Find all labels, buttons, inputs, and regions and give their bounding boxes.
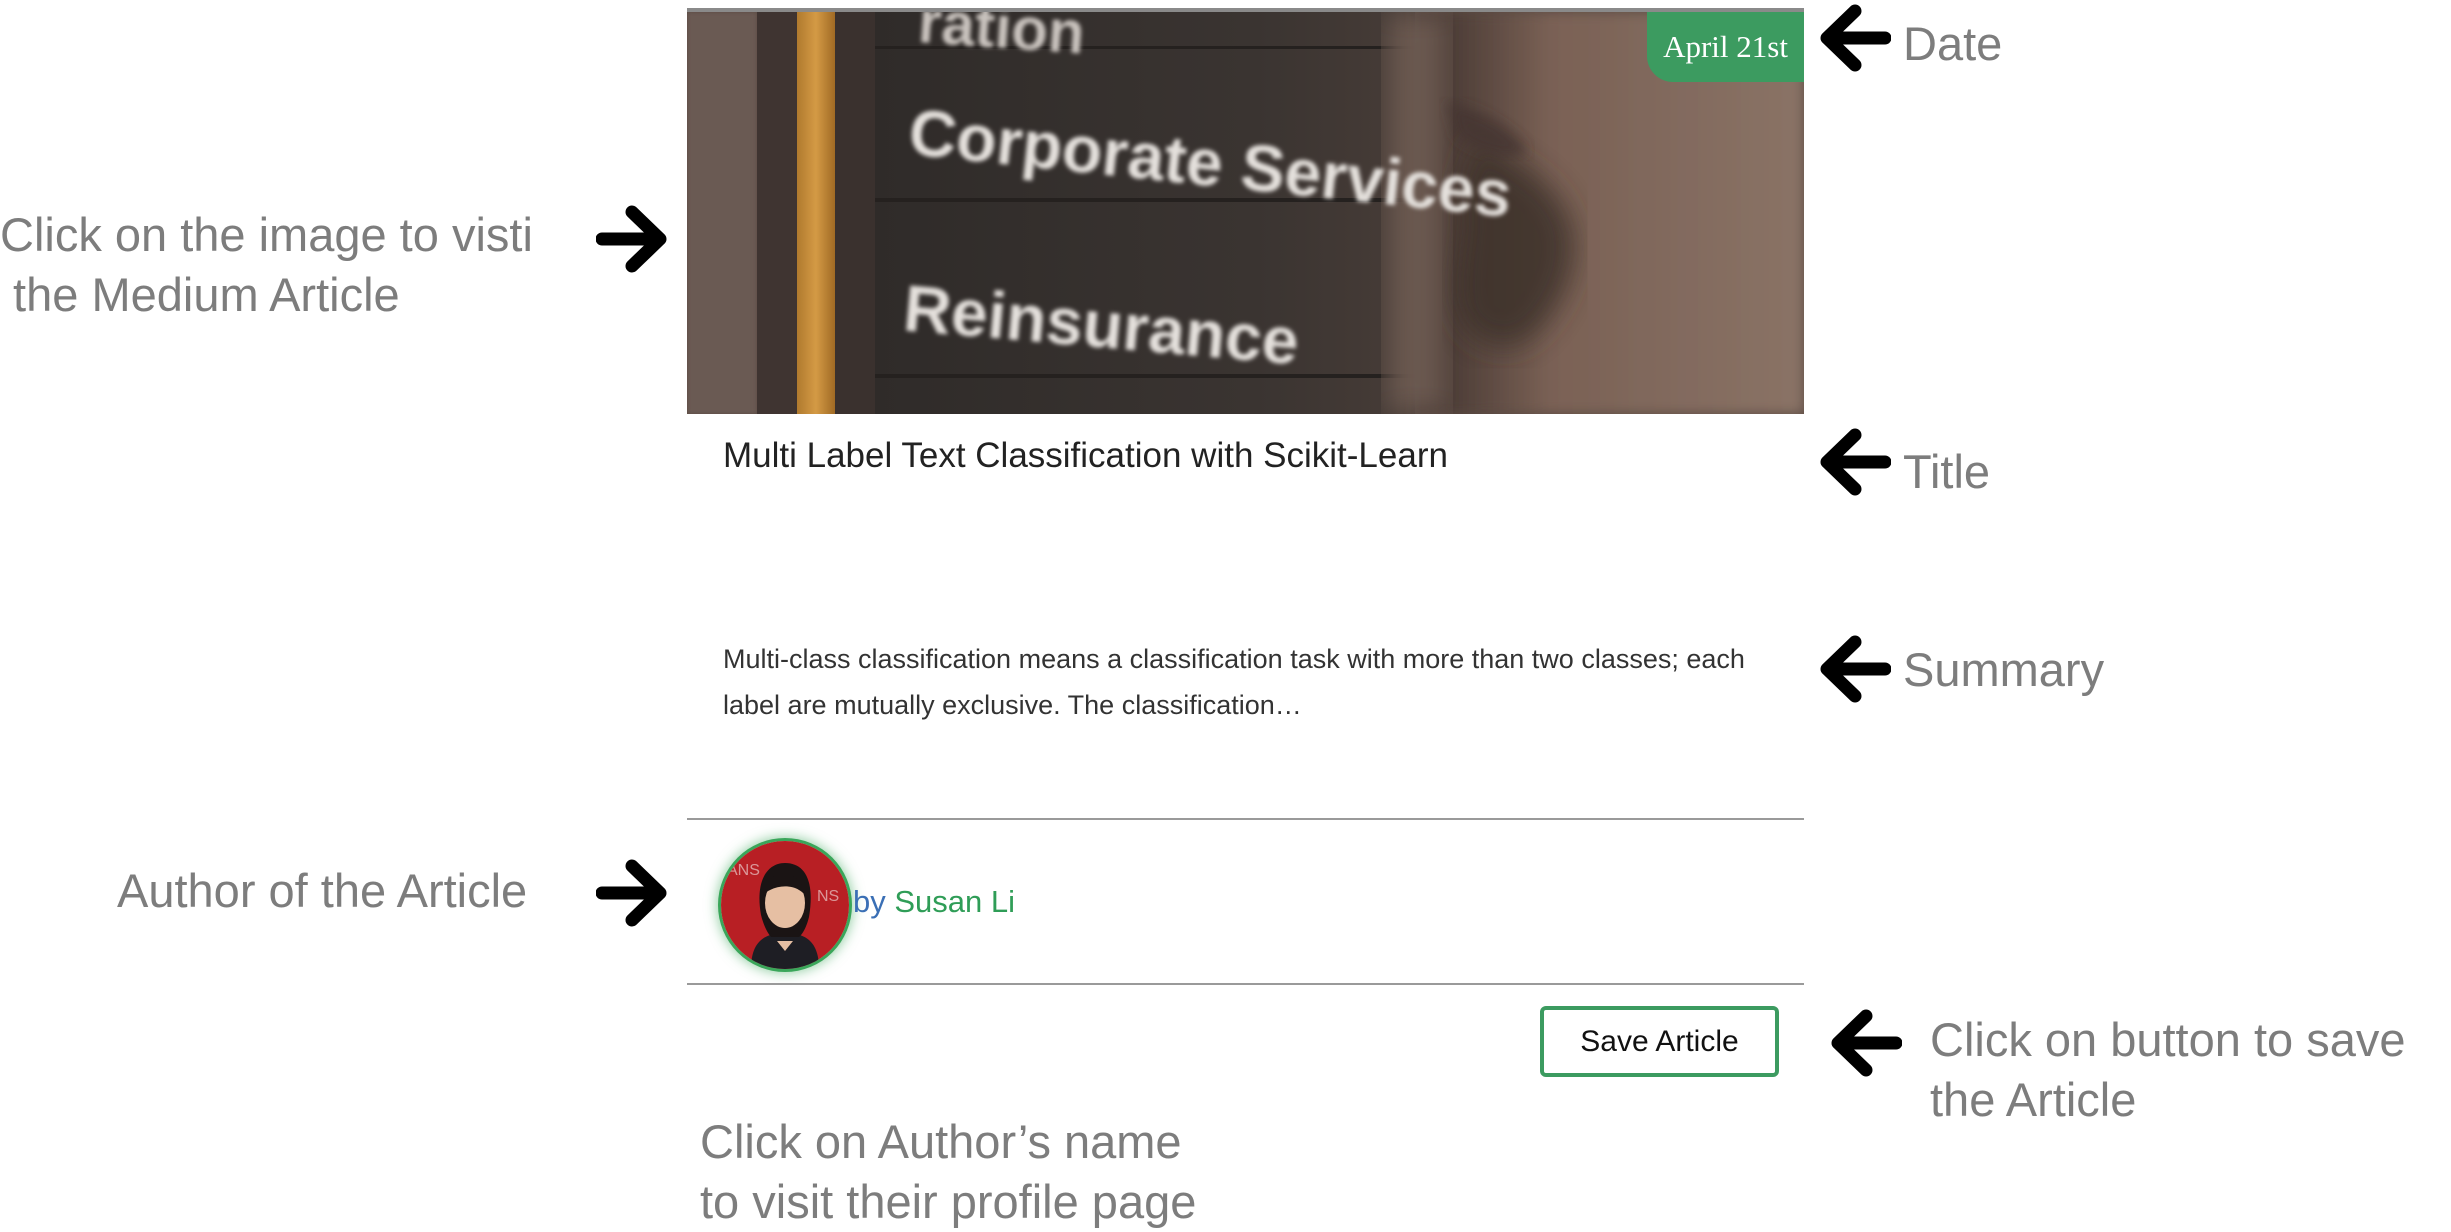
author-byline: by Susan Li [853, 884, 1015, 920]
article-image[interactable]: ration Corporate Services Reinsurance [687, 12, 1804, 414]
divider [687, 983, 1804, 985]
annotation-title: Title [1903, 445, 1991, 498]
annotation-summary: Summary [1903, 643, 2105, 696]
arrow-right-icon [596, 204, 672, 274]
save-article-button[interactable]: Save Article [1540, 1006, 1779, 1077]
by-label: by [853, 884, 886, 919]
arrow-right-icon [596, 858, 672, 928]
annotation-image: Click on the image to visti the Medium A… [0, 208, 533, 321]
date-badge: April 21st [1647, 12, 1804, 82]
avatar-backdrop-text: ANS [727, 862, 760, 879]
article-summary: Multi-class classification means a class… [723, 644, 1745, 720]
author-avatar[interactable]: ANS NS [721, 841, 849, 969]
arrow-left-icon [1826, 1008, 1902, 1078]
article-title: Multi Label Text Classification with Sci… [723, 436, 1448, 475]
arrow-left-icon [1815, 634, 1891, 704]
arrow-left-icon [1815, 3, 1891, 73]
arrow-left-icon [1815, 427, 1891, 497]
annotation-date: Date [1903, 17, 2003, 70]
divider [687, 818, 1804, 820]
author-name-link[interactable]: Susan Li [894, 884, 1015, 919]
annotation-author: Author of the Article [117, 864, 528, 917]
article-card: ration Corporate Services Reinsurance Ap… [687, 8, 1804, 1101]
annotation-author-link: Click on Author’s name to visit their pr… [700, 1115, 1197, 1228]
avatar-backdrop-text: NS [817, 888, 839, 905]
annotation-save: Click on button to save the Article [1930, 1013, 2406, 1126]
